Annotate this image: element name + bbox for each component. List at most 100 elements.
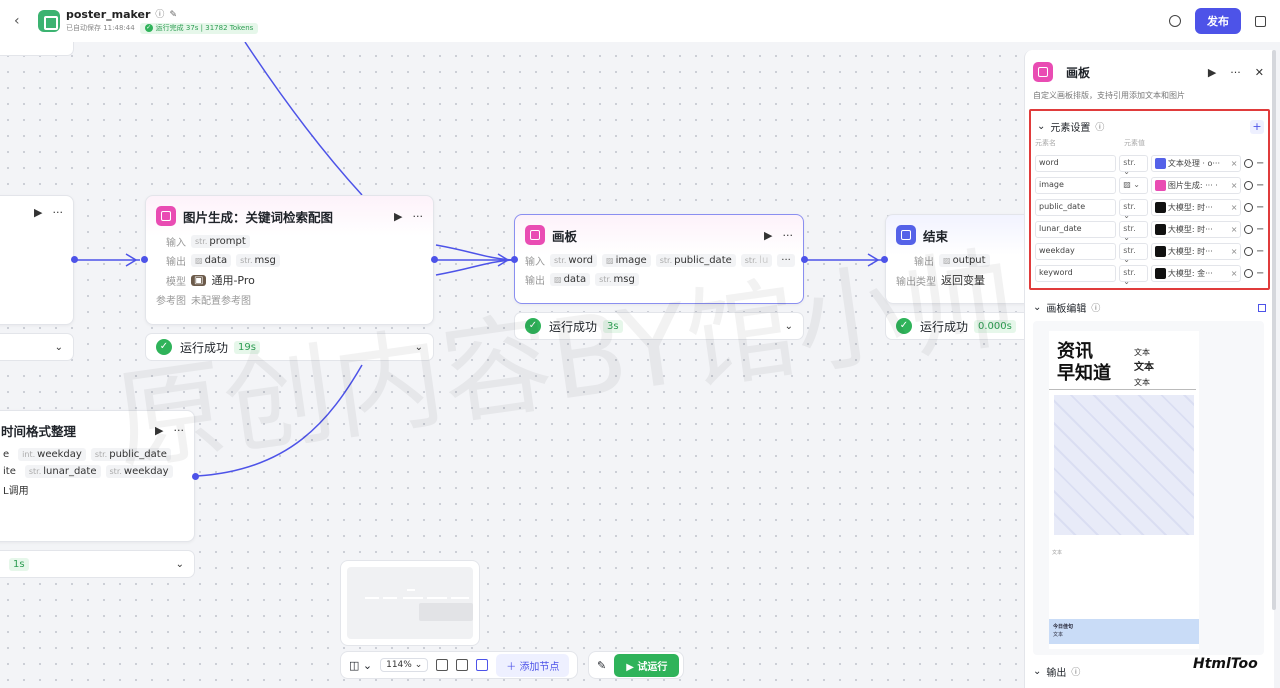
left-partial-result[interactable]: ⌄: [0, 333, 74, 361]
output-port[interactable]: [431, 256, 438, 263]
left-partial-node[interactable]: ▶ ···: [0, 195, 74, 325]
chevron-down-icon[interactable]: ⌄: [176, 559, 184, 570]
more-icon[interactable]: ···: [53, 206, 64, 219]
target-icon[interactable]: [1244, 203, 1253, 212]
info-icon[interactable]: ⓘ: [1091, 301, 1100, 314]
copy-icon[interactable]: [1255, 15, 1266, 27]
poster-texts[interactable]: 文本 文本 文本: [1134, 345, 1154, 390]
element-type-select[interactable]: str. ⌄: [1119, 199, 1148, 220]
element-value-ref[interactable]: 大模型: 时··· ×: [1150, 199, 1242, 216]
add-element-button[interactable]: +: [1250, 119, 1264, 134]
element-type-select[interactable]: str. ⌄: [1119, 265, 1148, 286]
chevron-down-icon[interactable]: ⌄: [55, 342, 63, 353]
target-icon[interactable]: [1244, 225, 1253, 234]
run-status-chip[interactable]: ✓ 运行完成 37s | 31782 Tokens: [139, 23, 259, 34]
chevron-down-icon[interactable]: ⌄: [785, 321, 793, 332]
element-name-input[interactable]: weekday: [1035, 243, 1117, 260]
end-node[interactable]: 结束 输出 ▨ output 输出类型 返回变量: [885, 214, 1045, 304]
expand-icon[interactable]: [1258, 303, 1266, 312]
run-node-icon[interactable]: ▶: [34, 206, 42, 219]
grid-icon[interactable]: [456, 659, 469, 671]
remove-element-icon[interactable]: −: [1256, 224, 1264, 235]
edit-icon[interactable]: ✎: [169, 10, 177, 21]
run-node-icon[interactable]: ▶: [764, 229, 772, 242]
input-port[interactable]: [511, 256, 518, 263]
output-port[interactable]: [71, 256, 78, 263]
time-format-node[interactable]: 时间格式整理 ▶ ··· e int. weekday str. public_da…: [0, 410, 195, 542]
more-icon[interactable]: ···: [1230, 66, 1241, 79]
run-icon[interactable]: ▶: [1208, 66, 1216, 79]
info-icon[interactable]: ⓘ: [155, 10, 164, 21]
back-icon[interactable]: ‹: [14, 13, 34, 29]
publish-button[interactable]: 发布: [1195, 8, 1241, 34]
history-icon[interactable]: [1169, 15, 1181, 27]
canvas-preview[interactable]: 资讯 早知道 文本 文本 文本 文本 今日佳句 文本: [1033, 321, 1264, 655]
input-port[interactable]: [141, 256, 148, 263]
more-icon[interactable]: ···: [174, 424, 185, 437]
remove-element-icon[interactable]: −: [1256, 180, 1264, 191]
info-icon[interactable]: ⓘ: [1095, 120, 1104, 133]
element-name-input[interactable]: word: [1035, 155, 1117, 172]
poster-image-placeholder[interactable]: [1054, 395, 1194, 535]
collapse-icon[interactable]: ⌄: [1037, 121, 1045, 132]
comment-icon[interactable]: [436, 659, 449, 671]
clear-icon[interactable]: ×: [1231, 247, 1238, 256]
target-icon[interactable]: [1244, 247, 1253, 256]
more-tags-icon[interactable]: ···: [777, 254, 795, 267]
clear-icon[interactable]: ×: [1231, 181, 1238, 190]
output-section-header[interactable]: ⌄ 输出 ⓘ: [1025, 664, 1088, 679]
element-value-ref[interactable]: 大模型: 金··· ×: [1150, 265, 1242, 282]
clear-icon[interactable]: ×: [1231, 269, 1238, 278]
target-icon[interactable]: [1244, 269, 1253, 278]
element-name-input[interactable]: public_date: [1035, 199, 1117, 216]
pointer-icon[interactable]: ◫ ⌄: [349, 659, 372, 672]
time-format-result[interactable]: 1s ⌄: [0, 550, 195, 578]
minimap-icon[interactable]: [476, 659, 489, 671]
element-value-ref[interactable]: 文本处理 · o··· ×: [1150, 155, 1242, 172]
element-value-ref[interactable]: 图片生成: ··· · ×: [1150, 177, 1242, 194]
element-value-ref[interactable]: 大模型: 时··· ×: [1150, 243, 1242, 260]
end-result[interactable]: ✓ 运行成功 0.000s: [885, 312, 1045, 340]
clear-icon[interactable]: ×: [1231, 203, 1238, 212]
target-icon[interactable]: [1244, 181, 1253, 190]
collapse-icon[interactable]: ⌄: [1033, 302, 1041, 313]
input-port[interactable]: [881, 256, 888, 263]
element-type-select[interactable]: ▨ ⌄: [1119, 177, 1148, 194]
minimap[interactable]: [340, 560, 480, 646]
element-name-input[interactable]: keyword: [1035, 265, 1117, 282]
image-gen-result[interactable]: ✓ 运行成功 19s ⌄: [145, 333, 434, 361]
panel-scrollbar[interactable]: [1272, 50, 1276, 610]
more-icon[interactable]: ···: [783, 229, 794, 242]
collapse-icon[interactable]: ⌄: [1033, 666, 1041, 677]
element-type-select[interactable]: str. ⌄: [1119, 243, 1148, 264]
poster-quote-bar[interactable]: 今日佳句 文本: [1049, 619, 1199, 644]
more-icon[interactable]: ···: [413, 210, 424, 223]
poster-title[interactable]: 资讯 早知道: [1057, 341, 1111, 385]
image-gen-node[interactable]: 图片生成：关键词检索配图 ▶ ··· 输入 str. prompt 输出 ▨ dat…: [145, 195, 434, 325]
canvas-node[interactable]: 画板 ▶ ··· 输入 str. word ▨ image str. public_d…: [514, 214, 804, 304]
run-node-icon[interactable]: ▶: [394, 210, 402, 223]
target-icon[interactable]: [1244, 159, 1253, 168]
element-type-select[interactable]: str. ⌄: [1119, 155, 1148, 176]
element-type-select[interactable]: str. ⌄: [1119, 221, 1148, 242]
remove-element-icon[interactable]: −: [1256, 246, 1264, 257]
element-value-ref[interactable]: 大模型: 时··· ×: [1150, 221, 1242, 238]
remove-element-icon[interactable]: −: [1256, 202, 1264, 213]
remove-element-icon[interactable]: −: [1256, 158, 1264, 169]
element-name-input[interactable]: lunar_date: [1035, 221, 1117, 238]
poster-small-text[interactable]: 文本: [1052, 549, 1062, 556]
test-run-button[interactable]: ▶ 试运行: [614, 653, 680, 677]
element-name-input[interactable]: image: [1035, 177, 1117, 194]
chevron-down-icon[interactable]: ⌄: [415, 342, 423, 353]
zoom-select[interactable]: 114% ⌄: [380, 658, 429, 672]
run-node-icon[interactable]: ▶: [155, 424, 163, 437]
close-icon[interactable]: ✕: [1255, 66, 1264, 79]
wrench-icon[interactable]: ✎: [597, 659, 606, 672]
info-icon[interactable]: ⓘ: [1071, 665, 1080, 678]
clear-icon[interactable]: ×: [1231, 225, 1238, 234]
remove-element-icon[interactable]: −: [1256, 268, 1264, 279]
add-node-button[interactable]: ＋ 添加节点: [496, 653, 570, 677]
clear-icon[interactable]: ×: [1231, 159, 1238, 168]
output-port[interactable]: [192, 473, 199, 480]
output-port[interactable]: [801, 256, 808, 263]
